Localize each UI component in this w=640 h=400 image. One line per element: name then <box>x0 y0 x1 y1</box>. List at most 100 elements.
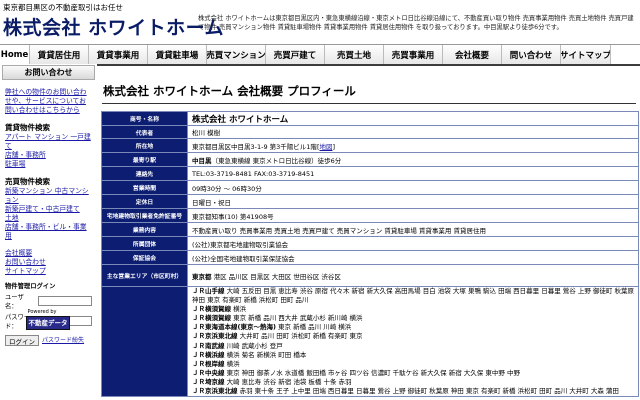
sidebar-link-sale-land[interactable]: 土地 <box>5 214 92 223</box>
nav-sale-mansion[interactable]: 売買マンション <box>207 45 266 64</box>
page-title: 株式会社 ホワイトホーム 会社概要 プロフィール <box>103 84 356 98</box>
line-item: ＪＲ横浜線 横浜 菊名 新横浜 町田 橋本 <box>192 351 634 360</box>
row-key: 連絡先 <box>101 166 188 181</box>
nav-sale-land[interactable]: 売買土地 <box>325 45 384 64</box>
sidebar-link-rental-parking[interactable]: 駐車場 <box>5 160 92 169</box>
row-key: 主な営業エリア（市区町村） <box>101 264 188 287</box>
row-value-business: 不動産買い取り 売買事業用 売買土地 売買戸建て 売買マンション 賃貸駐車場 賃… <box>187 222 639 237</box>
line-item: ＪＲ京浜東北線 大井町 品川 田町 浜松町 新橋 有楽町 東京 <box>192 332 634 341</box>
sidebar-link-rental-shop[interactable]: 店舗・事務所 <box>5 151 92 160</box>
area-pref: 東京都 <box>192 272 212 281</box>
line-name: ＪＲ中央線 <box>192 368 225 377</box>
row-key <box>101 285 188 398</box>
map-link[interactable]: 地図 <box>319 143 332 151</box>
nav-contact[interactable]: 問い合わせ <box>502 45 561 64</box>
table-row: 所在地 東京都目黒区中目黒3-1-9 第3千陽ビル1階[地図] <box>101 138 639 153</box>
nav-rental-residential[interactable]: 賃貸居住用 <box>30 45 89 64</box>
row-value-holidays: 日曜日・祝日 <box>187 194 639 209</box>
sidebar-link-sitemap[interactable]: サイトマップ <box>5 267 92 276</box>
sidebar-link-rental-apartment[interactable]: アパート マンション 一戸建て <box>5 133 92 151</box>
row-key: 最寄り駅 <box>101 152 188 167</box>
line-item: ＪＲ横須賀線 横浜 <box>192 305 634 314</box>
login-username-input[interactable] <box>38 296 92 306</box>
row-key: 保証協会 <box>101 250 188 265</box>
table-row: 商号・名称 株式会社 ホワイトホーム <box>101 111 639 126</box>
sidebar-link-sale-house[interactable]: 新築戸建て・中古戸建て <box>5 205 92 214</box>
powered-by-label: Powered by <box>27 309 57 315</box>
title-divider <box>102 103 636 104</box>
row-key: 宅地建物取引業者免許証番号 <box>101 208 188 223</box>
line-name: ＪＲ横須賀線 <box>192 314 231 323</box>
sidebar-sale-heading: 売買物件検索 <box>5 177 50 186</box>
line-name: ＪＲ根岸線 <box>192 359 225 368</box>
line-item: ＪＲ南武線 川崎 武蔵小杉 登戸 <box>192 342 634 351</box>
site-header: 東京都目黒区の不動産取引はお任せ 株式会社 ホワイトホーム 株式会社 ホワイトホ… <box>0 0 640 44</box>
sidebar-contact-title[interactable]: お問い合わせ <box>2 65 95 80</box>
row-value-area: 東京都 港区 品川区 目黒区 大田区 世田谷区 渋谷区 <box>187 264 639 287</box>
area-wards: 港区 品川区 目黒区 大田区 世田谷区 渋谷区 <box>213 272 341 281</box>
line-stations: 横浜 <box>226 359 240 368</box>
sidebar-contact-intro-link[interactable]: 弊社への物件のお問い合わせや、サービスについてお問い合わせはこちらから <box>5 88 92 115</box>
line-stations: 大崎 恵比寿 渋谷 新宿 池袋 板橋 十条 赤羽 <box>226 377 352 386</box>
sidebar-link-sale-mansion[interactable]: 新築マンション 中古マンション <box>5 187 92 205</box>
table-row: 営業時間 09時30分 ～ 06時30分 <box>101 180 639 195</box>
nav-sitemap[interactable]: サイトマップ <box>561 45 611 64</box>
row-key: 定休日 <box>101 194 188 209</box>
table-row: 連絡先 TEL:03-3719-8481 FAX:03-3719-8451 <box>101 166 639 181</box>
login-button[interactable]: ログイン <box>5 335 39 346</box>
row-value-lines: ＪＲ山手線 大崎 五反田 目黒 恵比寿 渋谷 原宿 代々木 新宿 新大久保 高田… <box>187 285 639 398</box>
line-name: ＪＲ横浜線 <box>192 350 225 359</box>
row-key: 営業時間 <box>101 180 188 195</box>
table-row: 保証協会 (公社)全国宅地建物取引業保証協会 <box>101 250 639 265</box>
station-detail: （東急東横線 東京メトロ日比谷線）徒歩6分 <box>211 156 342 165</box>
row-key: 所在地 <box>101 138 188 153</box>
line-stations: 大崎 五反田 目黒 恵比寿 渋谷 原宿 代々木 新宿 新大久保 高田馬場 目白 … <box>192 287 634 305</box>
login-title: 物件管理ログイン <box>5 283 56 290</box>
nav-sale-business[interactable]: 売買事業用 <box>384 45 443 64</box>
table-row: 主な営業エリア（市区町村） 東京都 港区 品川区 目黒区 大田区 世田谷区 渋谷… <box>101 264 639 287</box>
header-description: 株式会社 ホワイトホームは東京都目黒区内・東急東横線沿線・東京メトロ日比谷線沿線… <box>198 15 634 31</box>
nav-rental-business[interactable]: 賃貸事業用 <box>89 45 148 64</box>
line-name: ＪＲ横須賀線 <box>192 305 231 314</box>
line-name: ＪＲ南武線 <box>192 341 225 350</box>
address-text: 東京都目黒区中目黒3-1-9 第3千陽ビル1階 <box>192 142 317 151</box>
line-stations: 横浜 <box>233 305 247 314</box>
sidebar-rental-heading: 賃貸物件検索 <box>5 123 50 132</box>
line-stations: 東京 新橋 品川 川崎 横浜 <box>278 323 352 332</box>
line-name: ＪＲ東海道本線(東京～熱海) <box>192 323 276 332</box>
row-key: 業務内容 <box>101 222 188 237</box>
main-nav: Home 賃貸居住用 賃貸事業用 賃貸駐車場 売買マンション 売買戸建て 売買土… <box>0 44 640 66</box>
line-name: ＪＲ埼京線 <box>192 377 225 386</box>
line-stations: 川崎 武蔵小杉 登戸 <box>226 341 283 350</box>
table-row: 業務内容 不動産買い取り 売買事業用 売買土地 売買戸建て 売買マンション 賃貸… <box>101 222 639 237</box>
line-item: ＪＲ京浜東北線 赤羽 東十条 王子 上中里 田端 西日暮里 日暮里 鶯谷 上野 … <box>192 387 634 396</box>
row-value-representative: 松川 模樹 <box>187 125 639 139</box>
site-logo[interactable]: 株式会社 ホワイトホーム <box>3 13 224 40</box>
line-item: ＪＲ埼京線 大崎 恵比寿 渋谷 新宿 池袋 板橋 十条 赤羽 <box>192 378 634 387</box>
nav-rental-parking[interactable]: 賃貸駐車場 <box>148 45 207 64</box>
row-key: 商号・名称 <box>101 111 188 126</box>
line-stations: 横浜 菊名 新横浜 町田 橋本 <box>226 350 307 359</box>
line-item: ＪＲ横須賀線 東京 新橋 品川 西大井 武蔵小杉 新川崎 横浜 <box>192 314 634 323</box>
login-user-label: ユーザ名： <box>5 294 24 310</box>
password-forgot-link[interactable]: パスワード紛失 <box>42 336 84 345</box>
row-value-hours: 09時30分 ～ 06時30分 <box>187 180 639 195</box>
row-value-company-name: 株式会社 ホワイトホーム <box>187 111 639 126</box>
row-value-address: 東京都目黒区中目黒3-1-9 第3千陽ビル1階[地図] <box>187 138 639 153</box>
sidebar-link-company[interactable]: 会社概要 <box>5 249 92 258</box>
nav-sale-house[interactable]: 売買戸建て <box>266 45 325 64</box>
sidebar-link-contact[interactable]: お問い合わせ <box>5 258 92 267</box>
row-key: 所属団体 <box>101 236 188 251</box>
table-row: ＪＲ山手線 大崎 五反田 目黒 恵比寿 渋谷 原宿 代々木 新宿 新大久保 高田… <box>101 285 639 398</box>
powered-by-badge[interactable]: 不動産データ <box>26 316 70 330</box>
nav-home[interactable]: Home <box>0 45 30 64</box>
table-row: 最寄り駅 中目黒（東急東横線 東京メトロ日比谷線）徒歩6分 <box>101 152 639 167</box>
sidebar-link-sale-business[interactable]: 店舗・事務所・ビル・事業用 <box>5 223 92 241</box>
nav-company[interactable]: 会社概要 <box>443 45 502 64</box>
table-row: 代表者 松川 模樹 <box>101 125 639 139</box>
line-stations: 東京 神田 御茶ノ水 水道橋 飯田橋 市ヶ谷 四ツ谷 信濃町 千駄ケ谷 新大久保… <box>226 368 520 377</box>
main-content: 株式会社 ホワイトホーム 会社概要 プロフィール 商号・名称 株式会社 ホワイト… <box>99 64 640 400</box>
line-name: ＪＲ京浜東北線 <box>192 332 238 341</box>
row-value-guarantee: (公社)全国宅地建物取引業保証協会 <box>187 250 639 265</box>
company-profile-table: 商号・名称 株式会社 ホワイトホーム 代表者 松川 模樹 所在地 東京都目黒区中… <box>101 111 639 398</box>
